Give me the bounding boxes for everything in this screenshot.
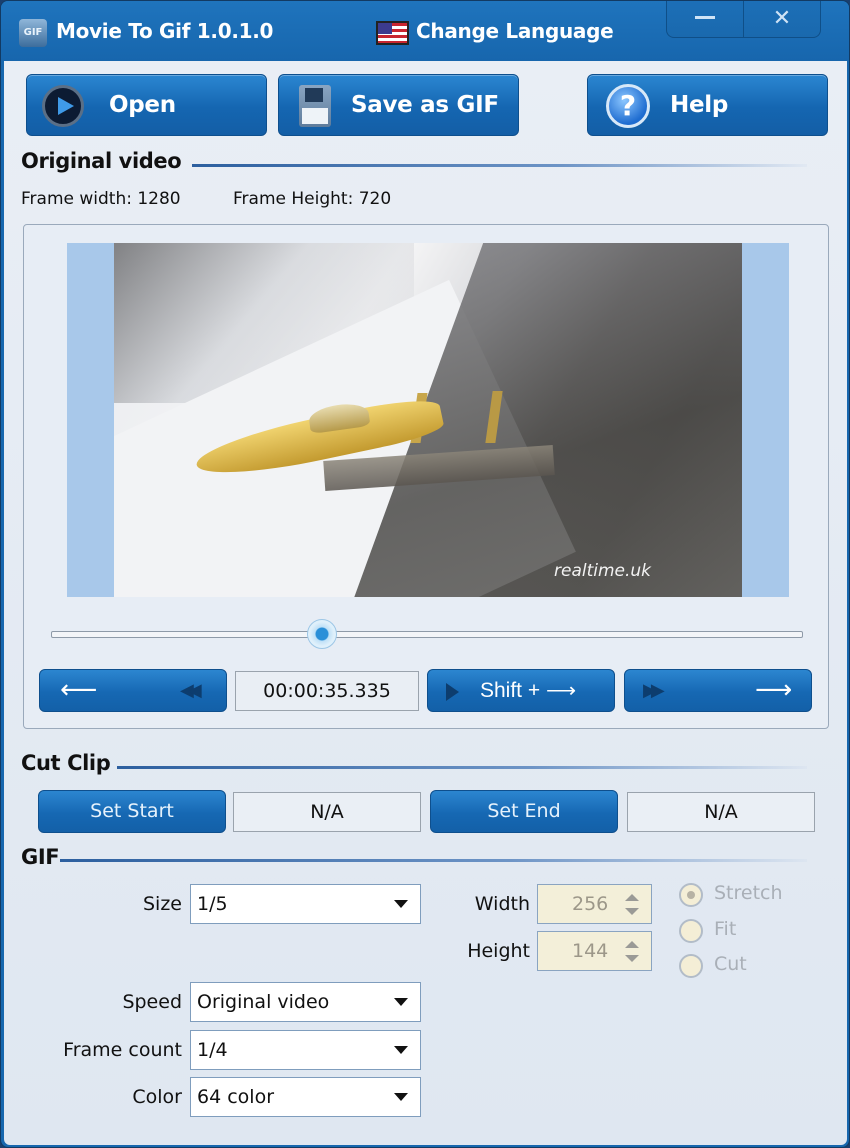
- us-flag-icon[interactable]: [376, 21, 409, 45]
- app-logo-icon: GIF: [19, 19, 47, 47]
- app-window: GIF Movie To Gif 1.0.1.0 Change Language…: [0, 0, 850, 1148]
- section-divider: [117, 766, 807, 769]
- open-button[interactable]: Open: [26, 74, 267, 136]
- clip-end-value: N/A: [627, 792, 815, 832]
- timecode-display: 00:00:35.335: [235, 671, 419, 711]
- window-title: Movie To Gif 1.0.1.0: [56, 19, 274, 43]
- seek-slider-thumb[interactable]: [307, 619, 337, 649]
- gif-heading: GIF: [21, 845, 60, 869]
- speed-label: Speed: [122, 991, 182, 1013]
- window-controls: ✕: [666, 1, 821, 38]
- width-spinbox[interactable]: 256: [537, 884, 652, 924]
- close-button[interactable]: ✕: [744, 1, 820, 37]
- save-as-gif-button[interactable]: Save as GIF: [278, 74, 519, 136]
- section-divider: [60, 859, 807, 862]
- video-preview-image: realtime.uk: [114, 243, 742, 597]
- help-question-icon: ?: [606, 84, 650, 128]
- frame-width-text: Frame width: 1280: [21, 189, 181, 209]
- shift-forward-button[interactable]: Shift + ⟶: [427, 669, 615, 712]
- video-watermark: realtime.uk: [554, 561, 652, 581]
- chevron-down-icon: [394, 900, 408, 908]
- chevron-down-icon: [394, 1093, 408, 1101]
- set-start-button[interactable]: Set Start: [38, 790, 226, 833]
- width-label: Width: [474, 893, 530, 915]
- close-icon: ✕: [772, 6, 792, 31]
- save-label: Save as GIF: [351, 92, 499, 118]
- left-arrow-icon: ⟵: [60, 675, 98, 705]
- frame-count-value: 1/4: [197, 1039, 228, 1061]
- original-video-heading: Original video: [21, 149, 182, 173]
- play-icon: [446, 683, 459, 701]
- video-seek-slider[interactable]: [51, 619, 803, 649]
- radio-fit-label: Fit: [714, 918, 737, 940]
- section-divider: [192, 164, 807, 167]
- height-decrement-icon[interactable]: [625, 955, 639, 962]
- color-label: Color: [132, 1086, 182, 1108]
- video-preview-panel: realtime.uk ⟵ ◀◀ 00:00:35.335 Shift + ⟶ …: [23, 224, 829, 729]
- frame-count-dropdown[interactable]: 1/4: [190, 1030, 421, 1070]
- rewind-icon: ◀◀: [180, 680, 202, 701]
- frame-count-label: Frame count: [63, 1039, 182, 1061]
- minimize-icon: [695, 15, 715, 19]
- floppy-disk-icon: [299, 85, 331, 127]
- chevron-down-icon: [394, 998, 408, 1006]
- radio-button[interactable]: [679, 954, 703, 978]
- size-label: Size: [142, 893, 182, 915]
- color-value: 64 color: [197, 1086, 275, 1108]
- next-frame-button[interactable]: ▶▶ ⟶: [624, 669, 812, 712]
- open-play-icon: [42, 85, 84, 127]
- clip-start-value: N/A: [233, 792, 421, 832]
- frame-height-text: Frame Height: 720: [233, 189, 392, 209]
- minimize-button[interactable]: [667, 1, 744, 37]
- radio-button[interactable]: [679, 919, 703, 943]
- height-spinbox[interactable]: 144: [537, 931, 652, 971]
- help-label: Help: [670, 92, 728, 118]
- size-value: 1/5: [197, 893, 228, 915]
- chevron-down-icon: [394, 1046, 408, 1054]
- cut-clip-heading: Cut Clip: [21, 751, 111, 775]
- height-increment-icon[interactable]: [625, 941, 639, 948]
- width-decrement-icon[interactable]: [625, 908, 639, 915]
- radio-button[interactable]: [679, 883, 703, 907]
- shift-forward-label: Shift + ⟶: [480, 679, 577, 702]
- speed-value: Original video: [197, 991, 330, 1013]
- right-arrow-icon: ⟶: [755, 675, 793, 705]
- change-language-button[interactable]: Change Language: [416, 19, 614, 43]
- size-dropdown[interactable]: 1/5: [190, 884, 421, 924]
- open-label: Open: [109, 92, 176, 118]
- set-end-button[interactable]: Set End: [430, 790, 618, 833]
- previous-frame-button[interactable]: ⟵ ◀◀: [39, 669, 227, 712]
- main-panel: Open Save as GIF ? Help Original video F…: [4, 61, 847, 1145]
- radio-cut-label: Cut: [714, 953, 747, 975]
- width-value: 256: [572, 893, 609, 915]
- width-increment-icon[interactable]: [625, 894, 639, 901]
- fast-forward-icon: ▶▶: [643, 680, 665, 701]
- video-frame: realtime.uk: [67, 243, 789, 597]
- help-button[interactable]: ? Help: [587, 74, 828, 136]
- color-dropdown[interactable]: 64 color: [190, 1077, 421, 1117]
- radio-stretch-label: Stretch: [714, 882, 783, 904]
- height-label: Height: [467, 940, 530, 962]
- height-value: 144: [572, 940, 609, 962]
- title-bar[interactable]: GIF Movie To Gif 1.0.1.0 Change Language…: [1, 1, 849, 61]
- speed-dropdown[interactable]: Original video: [190, 982, 421, 1022]
